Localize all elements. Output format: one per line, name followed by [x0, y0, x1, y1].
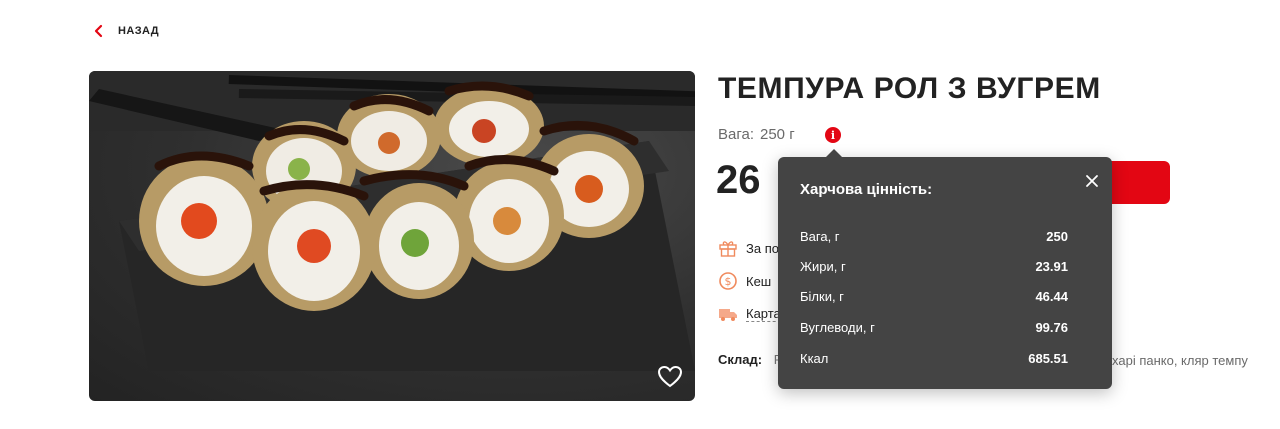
nutrition-value: 250	[1046, 229, 1068, 244]
nutrition-value: 99.76	[1035, 320, 1068, 335]
heart-icon[interactable]	[657, 365, 683, 389]
back-link[interactable]: НАЗАД	[94, 24, 159, 38]
back-label: НАЗАД	[118, 25, 159, 37]
weight-value: 250 г	[760, 126, 795, 143]
nutrition-label: Жири, г	[800, 259, 846, 274]
nutrition-label: Білки, г	[800, 289, 844, 304]
feature-delivery[interactable]: Карта	[718, 304, 781, 324]
nutrition-popup: Харчова цінність: Вага, г 250 Жири, г 23…	[778, 149, 1112, 389]
composition-tail: сухарі панко, кляр темпу	[1099, 353, 1248, 368]
cashback-icon: $	[719, 272, 737, 290]
weight-label: Вага:	[718, 126, 754, 143]
feature-delivery-text: Карта	[746, 306, 781, 322]
close-icon[interactable]	[1084, 173, 1100, 189]
feature-cashback: $ Кеш	[718, 271, 771, 291]
chevron-left-icon	[94, 24, 103, 38]
svg-text:$: $	[725, 275, 732, 288]
nutrition-label: Вага, г	[800, 229, 840, 244]
composition-label: Склад:	[718, 352, 763, 367]
nutrition-row: Ккал 685.51	[800, 351, 1068, 366]
feature-cashback-text: Кеш	[746, 273, 772, 289]
nutrition-label: Вуглеводи, г	[800, 320, 875, 335]
nutrition-row: Вуглеводи, г 99.76	[800, 320, 1068, 335]
product-image	[89, 71, 695, 401]
feature-gift-text: За по	[746, 240, 779, 256]
product-title: ТЕМПУРА РОЛ З ВУГРЕМ	[718, 72, 1101, 105]
composition: Склад: Р	[718, 352, 782, 367]
feature-gift: За по	[718, 238, 779, 258]
gift-icon	[719, 241, 737, 257]
nutrition-row: Вага, г 250	[800, 229, 1068, 244]
popup-title: Харчова цінність:	[800, 181, 933, 198]
nutrition-value: 685.51	[1028, 351, 1068, 366]
delivery-truck-icon	[719, 309, 737, 321]
nutrition-value: 46.44	[1035, 289, 1068, 304]
nutrition-row: Жири, г 23.91	[800, 259, 1068, 274]
sushi-illustration	[89, 71, 695, 371]
price: 26	[716, 158, 761, 202]
nutrition-value: 23.91	[1035, 259, 1068, 274]
nutrition-row: Білки, г 46.44	[800, 289, 1068, 304]
weight-line: Вага: 250 г	[718, 126, 795, 143]
nutrition-label: Ккал	[800, 351, 829, 366]
info-icon[interactable]: i	[825, 127, 841, 143]
